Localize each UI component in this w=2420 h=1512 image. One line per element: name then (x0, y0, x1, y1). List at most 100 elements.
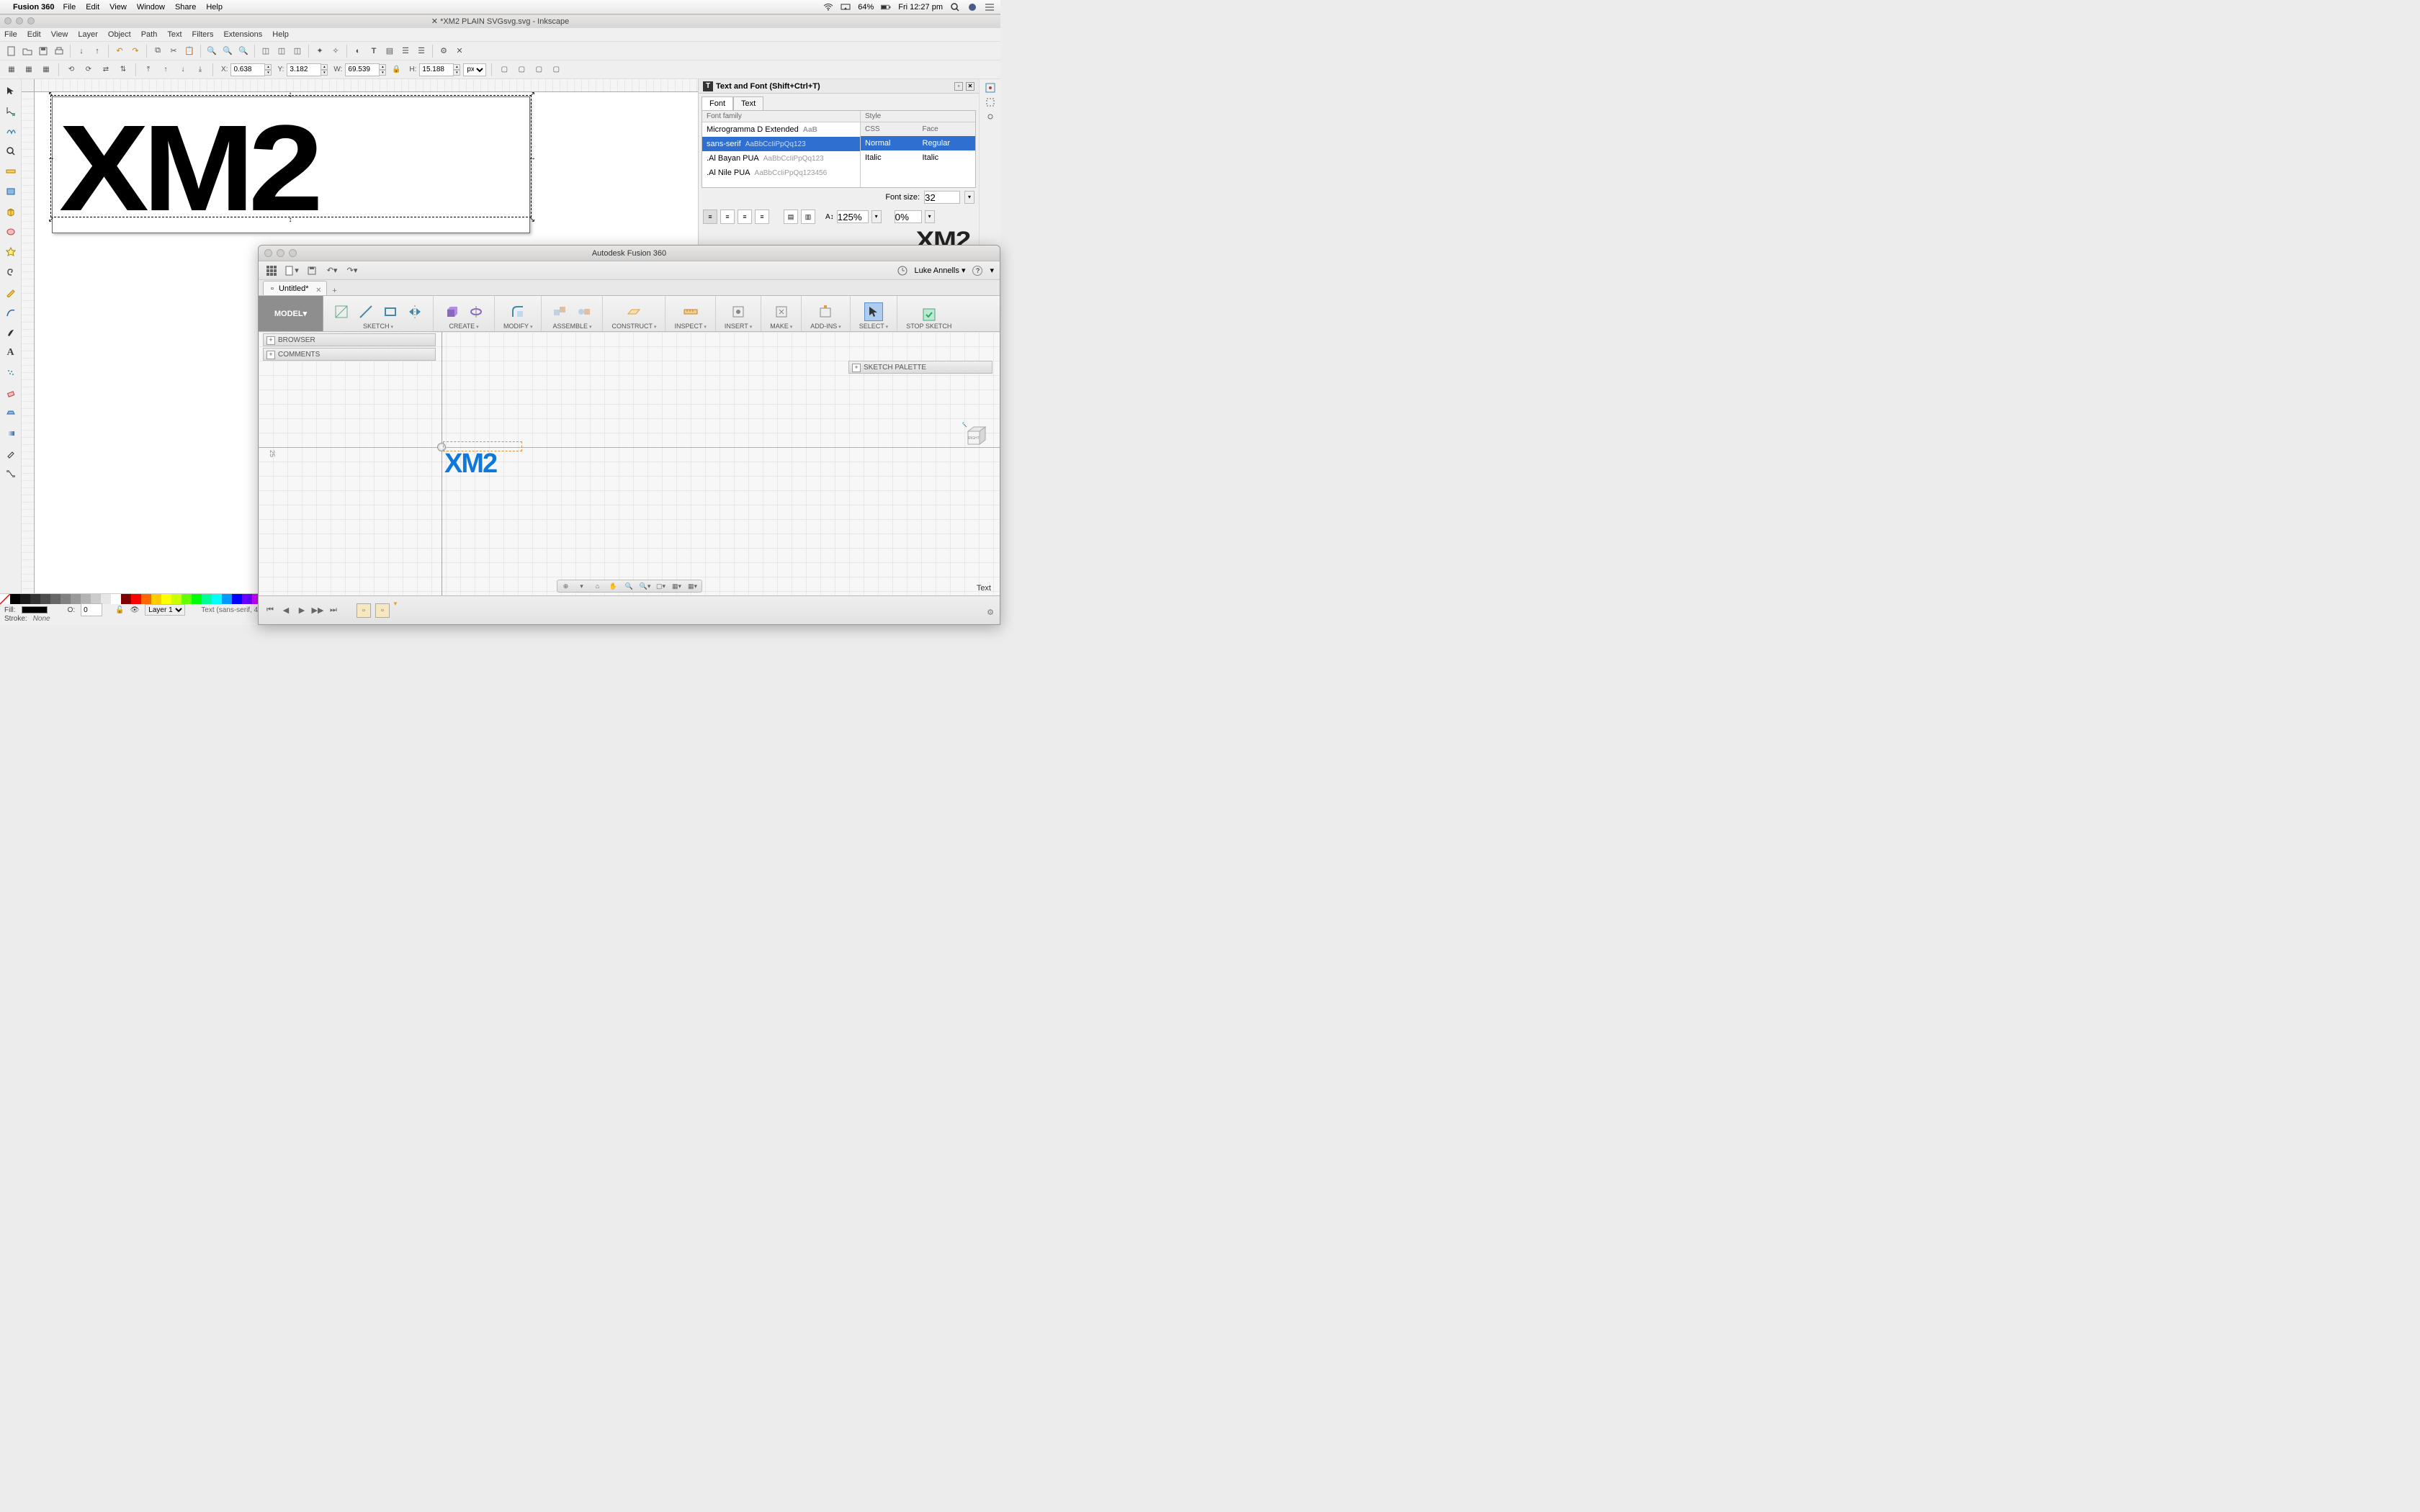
flip-v-icon[interactable]: ⇅ (116, 63, 130, 77)
menu-file[interactable]: File (63, 3, 76, 12)
select-icon[interactable] (864, 302, 883, 321)
clone-icon[interactable]: ◫ (259, 44, 273, 58)
snap-bbox-icon[interactable] (985, 96, 996, 108)
node-tool-icon[interactable] (2, 102, 19, 120)
stop-sketch-button[interactable]: STOP SKETCH (897, 296, 960, 331)
export-icon[interactable]: ↑ (90, 44, 104, 58)
help-icon[interactable]: ? (972, 266, 982, 276)
ribbon-inspect[interactable]: INSPECT (666, 296, 715, 331)
timeline-play-icon[interactable]: ▶ (296, 605, 308, 616)
close-tab-icon[interactable]: ✕ (315, 284, 321, 298)
ribbon-create[interactable]: CREATE (434, 296, 495, 331)
menu-share[interactable]: Share (175, 3, 196, 12)
make-icon[interactable] (772, 302, 791, 321)
align-justify-icon[interactable]: ≡ (755, 210, 769, 224)
fill-stroke-icon[interactable]: ◐ (351, 44, 365, 58)
align-left-icon[interactable]: ≡ (703, 210, 717, 224)
timeline-feature-2[interactable]: ▫ (375, 603, 390, 618)
text-dialog-icon[interactable]: T (367, 44, 381, 58)
zoom-in-icon[interactable]: 🔍 (205, 44, 219, 58)
layer-lock-icon[interactable]: 🔓 (115, 606, 124, 614)
sel-handle-ne[interactable]: ↗ (529, 91, 536, 98)
snap-node-icon[interactable] (985, 111, 996, 122)
lock-aspect-icon[interactable]: 🔒 (389, 63, 403, 77)
fill-chip[interactable] (22, 606, 48, 613)
align-right-icon[interactable]: ≡ (738, 210, 752, 224)
document-tab[interactable]: ▫ Untitled* ✕ (263, 281, 327, 295)
timeline-end-icon[interactable]: ⏭ (328, 605, 339, 616)
grid-nav-icon[interactable]: ▦▾ (671, 581, 683, 591)
app-name[interactable]: Fusion 360 (13, 3, 54, 12)
x-input[interactable] (230, 63, 265, 76)
flip-h-icon[interactable]: ⇄ (99, 63, 113, 77)
w-input[interactable] (345, 63, 380, 76)
sketch-icon[interactable] (332, 302, 351, 321)
spiral-tool-icon[interactable] (2, 264, 19, 281)
font-item-1[interactable]: sans-serifAaBbCcIiPpQq123 (702, 137, 860, 151)
text-tab[interactable]: Text (733, 96, 763, 110)
sel-handle-s[interactable]: ↕ (287, 216, 294, 223)
3dbox-tool-icon[interactable] (2, 203, 19, 220)
timeline-back-icon[interactable]: ◀ (280, 605, 292, 616)
wifi-icon[interactable] (823, 4, 833, 11)
affect-4-icon[interactable]: ▢ (549, 63, 563, 77)
print-icon[interactable] (52, 44, 66, 58)
xml-icon[interactable]: ▤ (382, 44, 397, 58)
timeline-marker[interactable]: ▼ (393, 600, 398, 607)
user-icon[interactable] (967, 3, 977, 12)
joint2-icon[interactable] (575, 302, 593, 321)
affect-2-icon[interactable]: ▢ (514, 63, 529, 77)
y-input[interactable] (287, 63, 321, 76)
face-italic[interactable]: Italic (918, 150, 976, 165)
measure-tool-icon[interactable] (2, 163, 19, 180)
connector-tool-icon[interactable] (2, 465, 19, 482)
comments-bar[interactable]: COMMENTS (263, 348, 436, 361)
cut-icon[interactable]: ✂ (166, 44, 181, 58)
rect-tool-icon[interactable] (2, 183, 19, 200)
ink-menu-help[interactable]: Help (272, 30, 289, 39)
fit-icon[interactable]: 🔍▾ (640, 581, 651, 591)
clone2-icon[interactable]: ◫ (274, 44, 289, 58)
ink-menu-path[interactable]: Path (141, 30, 158, 39)
selector-tool-icon[interactable] (2, 82, 19, 99)
fusion-titlebar[interactable]: Autodesk Fusion 360 (259, 246, 1000, 261)
sel-handle-se[interactable]: ↘ (529, 216, 536, 223)
ruler-horizontal[interactable] (35, 79, 698, 92)
ellipse-tool-icon[interactable] (2, 223, 19, 240)
display-icon[interactable]: ▢▾ (655, 581, 667, 591)
new-file-icon[interactable] (4, 44, 19, 58)
menu-view[interactable]: View (109, 3, 127, 12)
snap-toggle-icon[interactable] (985, 82, 996, 94)
clone3-icon[interactable]: ◫ (290, 44, 305, 58)
panel-close-icon[interactable]: ✕ (966, 82, 974, 91)
inkscape-titlebar[interactable]: ✕ *XM2 PLAIN SVGsvg.svg - Inkscape (0, 15, 1000, 28)
stroke-value[interactable]: None (33, 615, 50, 623)
timeline-feature-1[interactable]: ▫ (357, 603, 371, 618)
font-item-3[interactable]: .Al Nile PUAAaBbCcIiPpQq123456 (702, 166, 860, 180)
ribbon-insert[interactable]: INSERT (716, 296, 761, 331)
viewcube[interactable]: RIGHT z (962, 421, 991, 450)
font-item-0[interactable]: Microgramma D ExtendedAaB (702, 122, 860, 137)
zoom-icon[interactable]: 🔍 (624, 581, 635, 591)
layer-vis-icon[interactable]: 👁 (130, 606, 140, 614)
group-icon[interactable]: ✦ (313, 44, 327, 58)
clock-icon[interactable] (897, 266, 908, 276)
font-item-2[interactable]: .Al Bayan PUAAaBbCcIiPpQq123 (702, 151, 860, 166)
zoom-fit-icon[interactable]: 🔍 (236, 44, 251, 58)
align-center-icon[interactable]: ≡ (720, 210, 735, 224)
rect-icon[interactable] (381, 302, 400, 321)
ruler-vertical[interactable] (22, 92, 35, 608)
paste-icon[interactable]: 📋 (182, 44, 197, 58)
raise-top-icon[interactable]: ⤒ (141, 63, 156, 77)
mirror-icon[interactable] (405, 302, 424, 321)
ribbon-assemble[interactable]: ASSEMBLE (542, 296, 603, 331)
ungroup-icon[interactable]: ✧ (328, 44, 343, 58)
ribbon-make[interactable]: MAKE (761, 296, 802, 331)
ribbon-sketch[interactable]: SKETCH (323, 296, 434, 331)
menu-help[interactable]: Help (206, 3, 223, 12)
line-spacing-input[interactable] (837, 210, 869, 223)
select-layers-icon[interactable]: ▦ (22, 63, 36, 77)
style-italic[interactable]: Italic (861, 150, 918, 165)
style-normal[interactable]: Normal (861, 136, 918, 150)
window-controls[interactable] (4, 17, 35, 24)
